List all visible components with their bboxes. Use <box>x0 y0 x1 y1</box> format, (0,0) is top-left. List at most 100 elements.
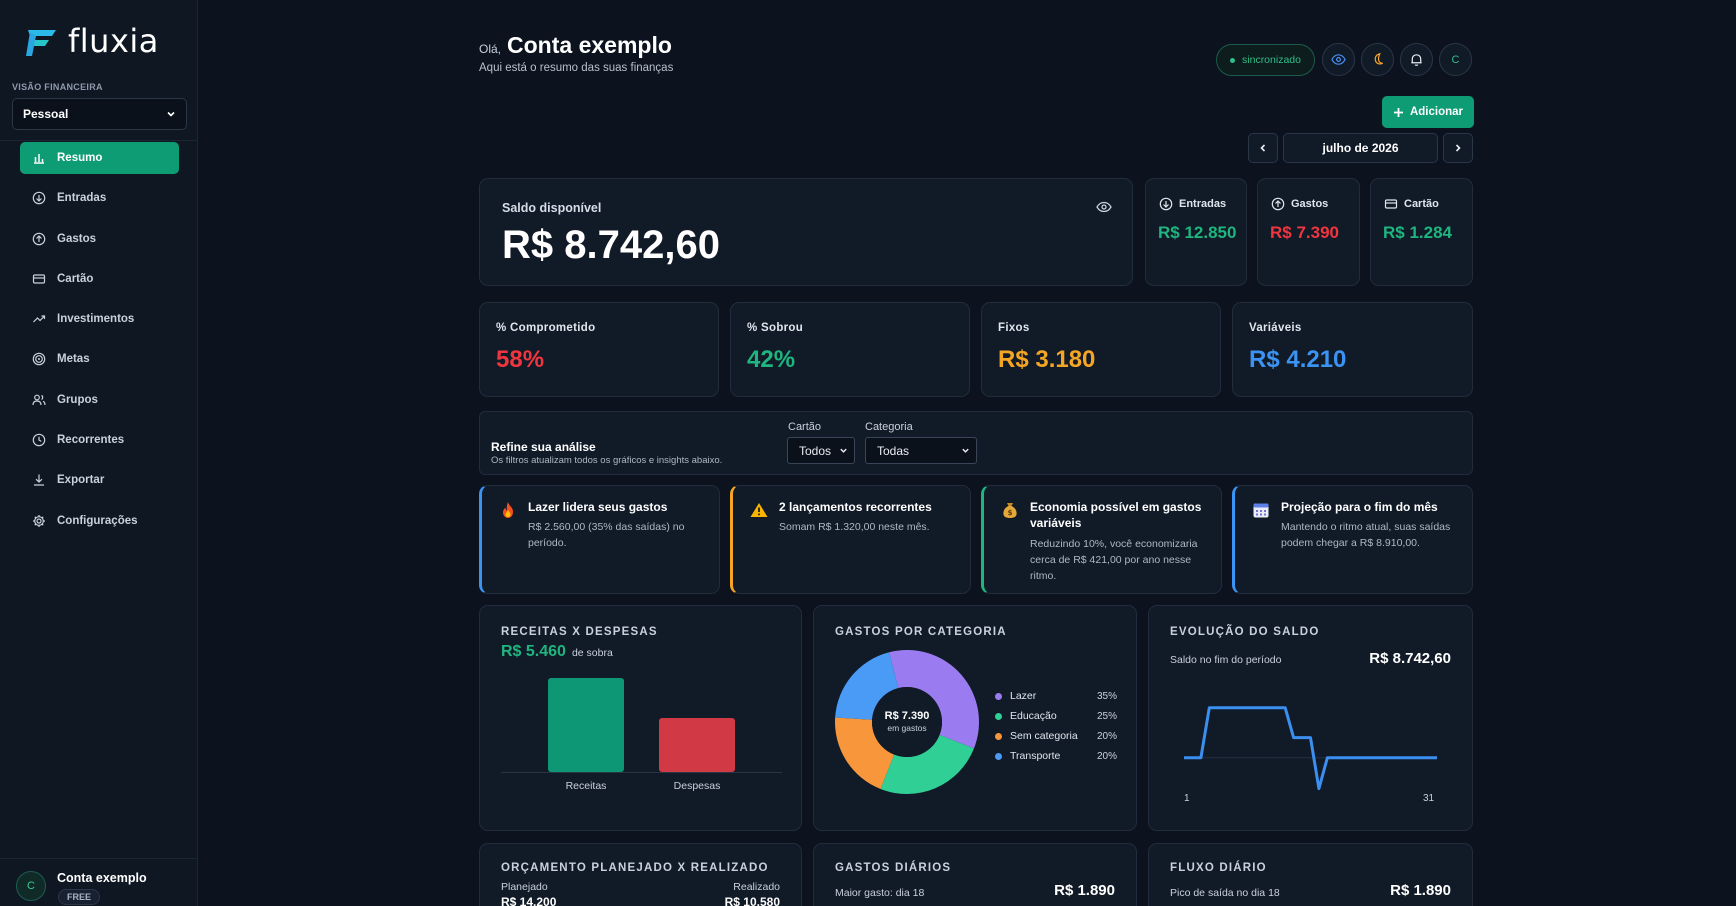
entradas-label: Entradas <box>1159 197 1226 211</box>
legend-item: Sem categoria 20% <box>995 726 1117 746</box>
arrow-up-circle-icon <box>32 232 46 245</box>
entradas-value: R$ 12.850 <box>1158 223 1237 242</box>
sidebar-item-recorrentes[interactable]: Recorrentes <box>20 424 179 456</box>
saldo-card: Saldo disponível R$ 8.742,60 <box>479 178 1133 286</box>
sidebar-item-cartao[interactable]: Cartão <box>20 263 179 295</box>
chart-title: GASTOS DIÁRIOS <box>835 862 952 874</box>
receitas-despesas-card: RECEITAS X DESPESAS R$ 5.460 de sobra Re… <box>479 605 802 831</box>
next-month-button[interactable] <box>1443 133 1473 163</box>
sync-dot-icon <box>1230 57 1236 63</box>
vision-select-value: Pessoal <box>23 107 69 121</box>
sidebar-item-investimentos[interactable]: Investimentos <box>20 303 179 335</box>
eye-icon[interactable] <box>1096 199 1112 215</box>
toggle-visibility-button[interactable] <box>1322 43 1355 76</box>
legend-dot <box>995 752 1002 760</box>
stat-value: R$ 4.210 <box>1249 346 1347 373</box>
account-name: Conta exemplo <box>57 871 147 885</box>
credit-card-icon <box>32 274 46 284</box>
sync-status-badge: sincronizado <box>1216 44 1315 76</box>
bar-receitas[interactable] <box>548 678 624 772</box>
notifications-button[interactable] <box>1400 43 1433 76</box>
gastos-value: R$ 7.390 <box>1270 223 1339 242</box>
page-subtitle: Aqui está o resumo das suas finanças <box>479 62 674 74</box>
sidebar-item-configuracoes[interactable]: Configurações <box>20 505 179 537</box>
arrow-down-circle-icon <box>32 191 46 205</box>
sidebar-item-resumo[interactable]: Resumo <box>20 142 179 174</box>
sidebar-item-label: Entradas <box>57 192 107 205</box>
x-tick-label: Despesas <box>674 780 721 792</box>
stat-label: % Sobrou <box>747 322 804 334</box>
sidebar-item-gastos[interactable]: Gastos <box>20 223 179 255</box>
sidebar-item-label: Exportar <box>57 474 105 487</box>
sidebar-nav: Resumo Entradas Gastos Cartão Investimen… <box>20 142 179 545</box>
entradas-label-text: Entradas <box>1179 198 1227 210</box>
insight-text: R$ 2.560,00 (35% das saídas) no período. <box>528 521 685 549</box>
insight-text: Somam R$ 1.320,00 neste mês. <box>779 521 930 533</box>
sidebar-item-label: Metas <box>57 353 90 366</box>
x-tick-label: Receitas <box>566 780 607 792</box>
category-filter-select[interactable]: Todas <box>865 437 977 464</box>
filters-title: Refine sua análise <box>491 440 596 454</box>
sidebar-item-grupos[interactable]: Grupos <box>20 384 179 416</box>
legend-percent: 20% <box>1096 730 1117 742</box>
chart-title: FLUXO DIÁRIO <box>1170 862 1267 874</box>
target-icon <box>32 353 46 366</box>
theme-toggle-button[interactable] <box>1361 43 1394 76</box>
fluxo-diario-card: FLUXO DIÁRIO Pico de saída no dia 18 R$ … <box>1148 843 1473 906</box>
greeting: Olá, Conta exemplo <box>479 32 672 59</box>
gastos-label: Gastos <box>1271 197 1328 211</box>
sidebar-item-entradas[interactable]: Entradas <box>20 182 179 214</box>
chevron-down-icon <box>962 448 969 453</box>
bell-icon <box>1411 54 1422 66</box>
cartao-value: R$ 1.284 <box>1383 223 1452 242</box>
sidebar-item-exportar[interactable]: Exportar <box>20 464 179 496</box>
x-axis-start: 1 <box>1184 793 1190 804</box>
chevron-down-icon <box>167 111 175 117</box>
logo[interactable]: fluxia <box>22 22 159 60</box>
planned-value: R$ 14.200 <box>501 895 557 906</box>
stat-value: R$ 3.180 <box>998 346 1096 373</box>
category-filter-value: Todas <box>877 443 910 458</box>
sync-status-text: sincronizado <box>1242 54 1301 66</box>
insight-card: Projeção para o fim do mês Mantendo o ri… <box>1232 485 1473 594</box>
arrow-up-circle-icon <box>1271 197 1285 211</box>
sidebar-item-metas[interactable]: Metas <box>20 343 179 375</box>
chart-title: ORÇAMENTO PLANEJADO X REALIZADO <box>501 862 769 874</box>
add-button[interactable]: Adicionar <box>1382 96 1474 128</box>
realized-value: R$ 10.580 <box>724 895 780 906</box>
user-menu-button[interactable]: C <box>1439 43 1472 76</box>
moon-icon <box>1374 53 1383 65</box>
gastos-categoria-card: GASTOS POR CATEGORIA R$ 7.390 em gastos … <box>813 605 1137 831</box>
saldo-value: R$ 8.742,60 <box>502 223 720 267</box>
filters-panel: Refine sua análise Os filtros atualizam … <box>479 411 1473 475</box>
planned-label: Planejado <box>501 881 548 893</box>
variaveis-card: Variáveis R$ 4.210 <box>1232 302 1473 397</box>
sidebar-item-label: Recorrentes <box>57 434 125 447</box>
evolucao-saldo-card: EVOLUÇÃO DO SALDO Saldo no fim do períod… <box>1148 605 1473 831</box>
gastos-card: Gastos R$ 7.390 <box>1257 178 1360 286</box>
sidebar-item-label: Gastos <box>57 232 96 245</box>
insight-card: $ Economia possível em gastos variáveis … <box>981 485 1222 594</box>
logo-text: fluxia <box>68 22 159 60</box>
account-section[interactable]: C Conta exemplo FREE <box>0 858 198 906</box>
comprometido-card: % Comprometido 58% <box>479 302 719 397</box>
entradas-card: Entradas R$ 12.850 <box>1145 178 1247 286</box>
gastos-diarios-card: GASTOS DIÁRIOS Maior gasto: dia 18 R$ 1.… <box>813 843 1137 906</box>
legend-label: Transporte <box>1010 750 1061 762</box>
fire-icon <box>498 500 518 520</box>
current-month[interactable]: julho de 2026 <box>1283 133 1438 163</box>
insight-text: Reduzindo 10%, você economizaria cerca d… <box>1030 538 1198 582</box>
vision-select[interactable]: Pessoal <box>12 98 187 130</box>
donut-center: R$ 7.390 em gastos <box>877 710 937 733</box>
legend-percent: 35% <box>1096 690 1117 702</box>
legend-dot <box>995 732 1002 740</box>
sidebar: fluxia VISÃO FINANCEIRA Pessoal Resumo E… <box>0 0 198 906</box>
greeting-prefix: Olá, <box>479 42 502 56</box>
insight-card: Lazer lidera seus gastos R$ 2.560,00 (35… <box>479 485 720 594</box>
prev-month-button[interactable] <box>1248 133 1278 163</box>
gastos-diarios-subtitle: Maior gasto: dia 18 <box>835 887 925 899</box>
card-filter-select[interactable]: Todos <box>787 437 855 464</box>
svg-text:$: $ <box>1008 509 1013 517</box>
download-icon <box>34 474 44 486</box>
bar-despesas[interactable] <box>659 717 735 772</box>
